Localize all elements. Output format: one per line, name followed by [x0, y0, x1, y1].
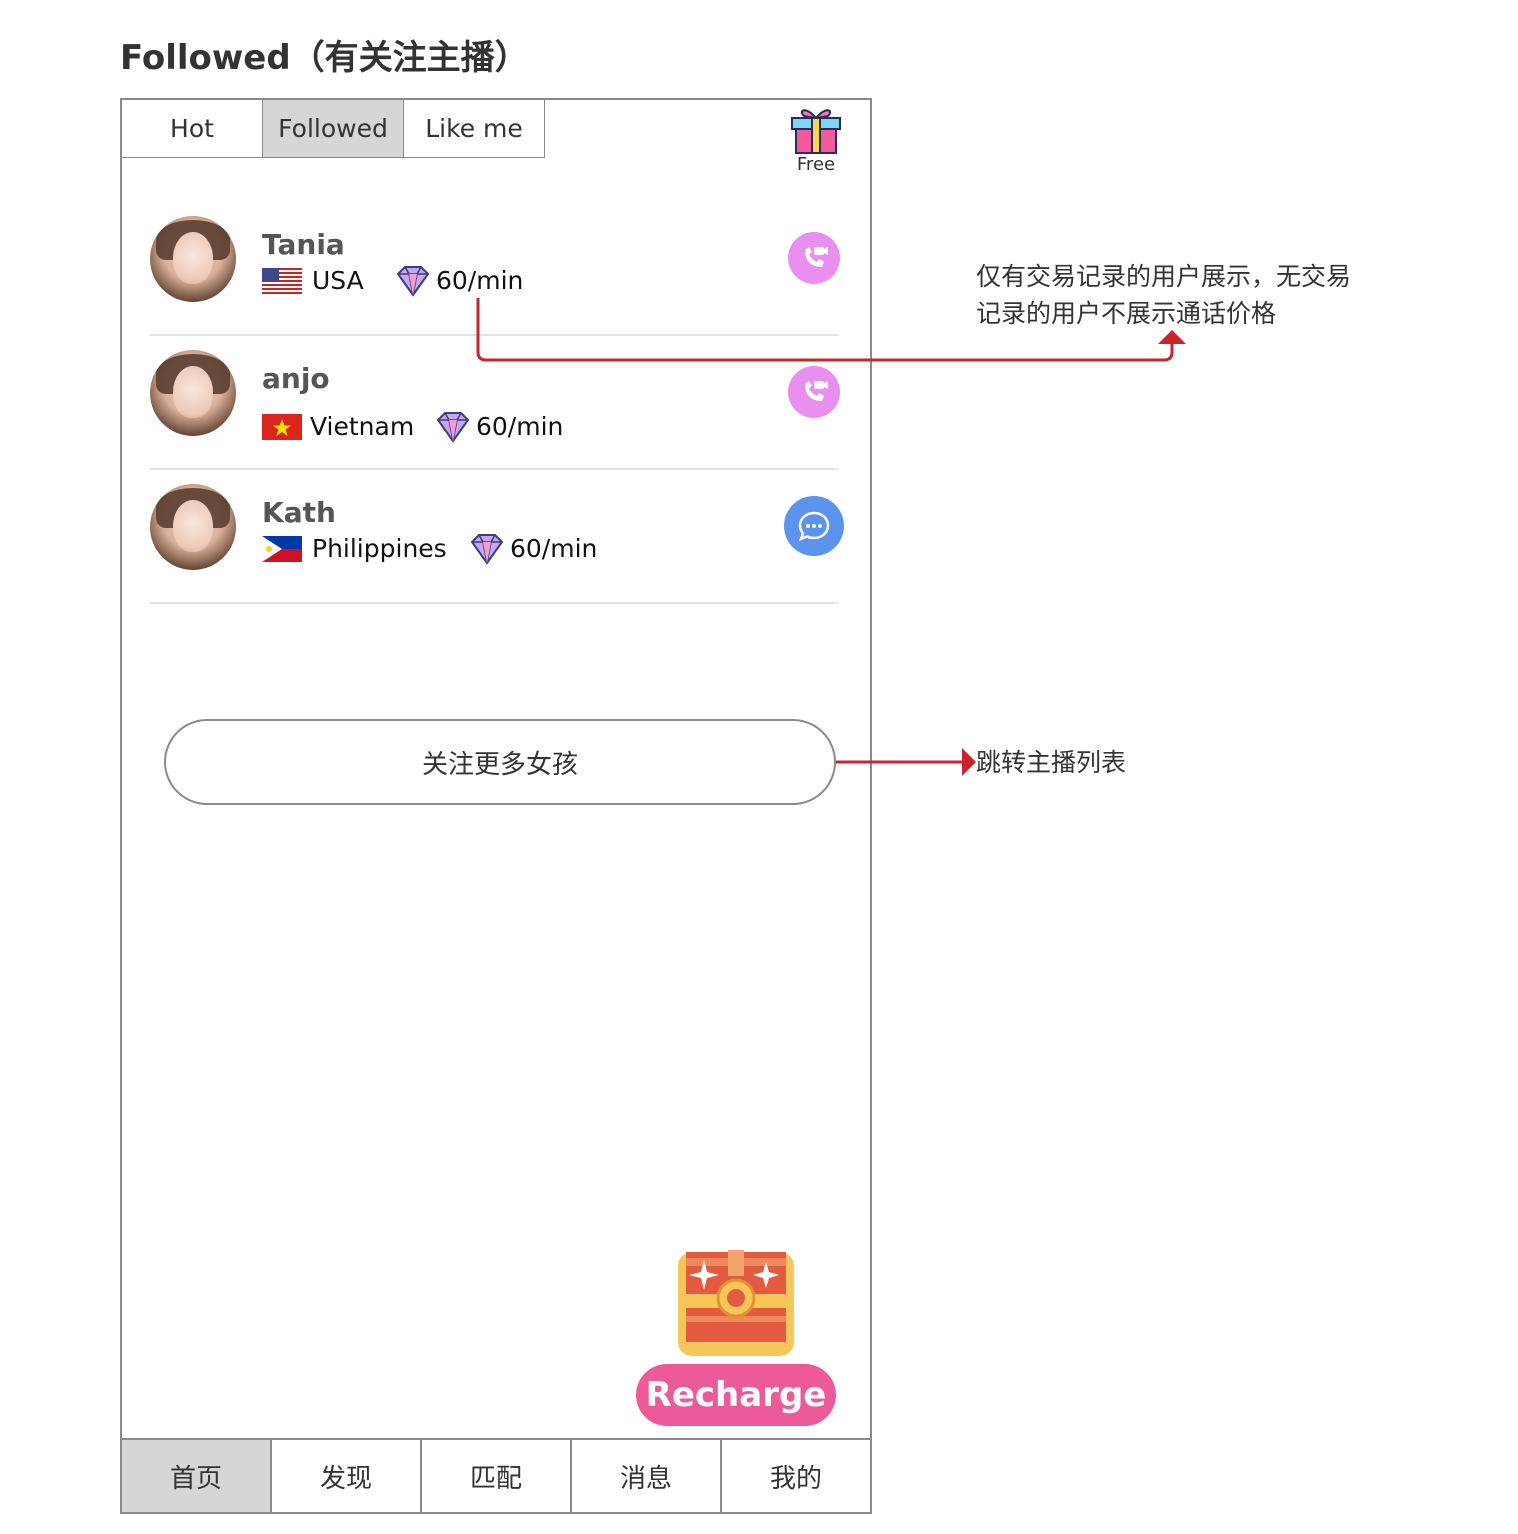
jump-annotation: 跳转主播列表 — [976, 748, 1127, 777]
arrow-head-up — [1158, 330, 1186, 344]
arrow-head-right — [962, 748, 976, 776]
price-annotation-line-2: 记录的用户不展示通话价格 — [976, 299, 1277, 328]
price-annotation-line-1: 仅有交易记录的用户展示，无交易 — [976, 262, 1352, 291]
price-annotation: 仅有交易记录的用户展示，无交易 记录的用户不展示通话价格 — [976, 258, 1351, 332]
annotation-arrows — [476, 298, 1186, 776]
